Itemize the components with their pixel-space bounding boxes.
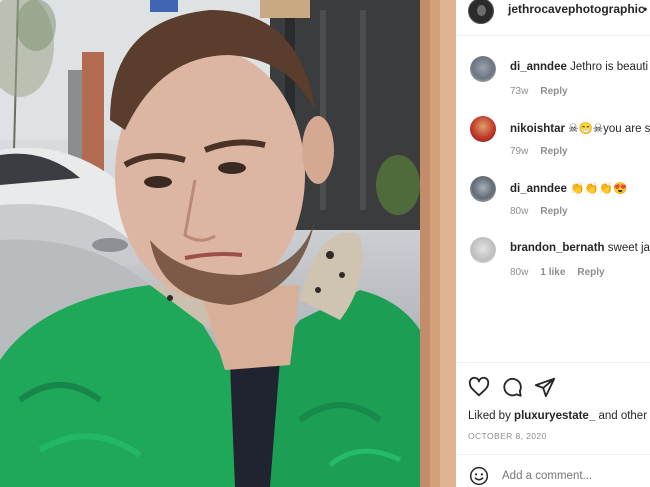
comment-body: brandon_bernath sweet ja bbox=[510, 242, 650, 254]
paper-plane-icon[interactable] bbox=[534, 376, 556, 398]
comment-text: sweet ja bbox=[607, 242, 650, 254]
reply-button[interactable]: Reply bbox=[540, 206, 567, 217]
comment-username[interactable]: nikoishtar bbox=[510, 123, 565, 135]
comment-body: nikoishtar ☠😁☠you are s bbox=[510, 121, 650, 135]
post-actions bbox=[468, 376, 588, 398]
comment-composer bbox=[456, 461, 650, 487]
heart-icon[interactable] bbox=[468, 376, 490, 398]
post-header: jethrocavephotographic • bbox=[456, 0, 650, 24]
post-image bbox=[0, 0, 456, 487]
comment-bubble-icon[interactable] bbox=[501, 376, 523, 398]
comment-text: 👏👏👏😍 bbox=[570, 183, 628, 195]
likes-summary: Liked by pluxuryestate_ and other bbox=[468, 410, 647, 422]
reply-button[interactable]: Reply bbox=[540, 86, 567, 97]
comment-age: 73w bbox=[510, 86, 529, 97]
header-separator: • bbox=[643, 2, 648, 16]
composer-divider bbox=[456, 454, 650, 455]
reply-button[interactable]: Reply bbox=[577, 267, 604, 278]
comment-username[interactable]: di_anndee bbox=[510, 183, 567, 195]
comment-item: di_anndee 👏👏👏😍 80w Reply bbox=[456, 176, 650, 226]
likes-prefix: Liked by bbox=[468, 410, 511, 422]
comment-text: Jethro is beauti bbox=[570, 61, 649, 73]
commenter-avatar-icon[interactable] bbox=[470, 116, 496, 142]
comment-age: 79w bbox=[510, 146, 529, 157]
comment-text: ☠😁☠you are s bbox=[568, 123, 650, 135]
comment-meta: 80w 1 like Reply bbox=[510, 267, 617, 278]
comment-body: di_anndee Jethro is beauti bbox=[510, 61, 648, 73]
header-divider bbox=[456, 35, 650, 36]
comment-like-count[interactable]: 1 like bbox=[540, 267, 565, 278]
profile-avatar-icon[interactable] bbox=[468, 0, 494, 24]
comment-age: 80w bbox=[510, 206, 529, 217]
commenter-avatar-icon[interactable] bbox=[470, 176, 496, 202]
add-comment-input[interactable] bbox=[502, 470, 642, 482]
comment-meta: 73w Reply bbox=[510, 86, 580, 97]
comment-item: brandon_bernath sweet ja 80w 1 like Reply bbox=[456, 237, 650, 287]
commenter-avatar-icon[interactable] bbox=[470, 237, 496, 263]
comment-item: di_anndee Jethro is beauti 73w Reply bbox=[456, 56, 650, 106]
actions-divider bbox=[456, 362, 650, 363]
comment-body: di_anndee 👏👏👏😍 bbox=[510, 181, 627, 195]
liked-by-user-link[interactable]: pluxuryestate_ bbox=[514, 410, 595, 422]
commenter-avatar-icon[interactable] bbox=[470, 56, 496, 82]
comment-meta: 79w Reply bbox=[510, 146, 580, 157]
comment-username[interactable]: di_anndee bbox=[510, 61, 567, 73]
post-author-link[interactable]: jethrocavephotographic bbox=[508, 2, 645, 16]
comment-item: nikoishtar ☠😁☠you are s 79w Reply bbox=[456, 116, 650, 166]
comment-username[interactable]: brandon_bernath bbox=[510, 242, 605, 254]
smiley-icon[interactable] bbox=[469, 466, 489, 486]
reply-button[interactable]: Reply bbox=[540, 146, 567, 157]
post-photo[interactable] bbox=[0, 0, 456, 487]
likes-suffix[interactable]: and other bbox=[598, 410, 647, 422]
post-date: OCTOBER 8, 2020 bbox=[468, 431, 547, 441]
post-sidebar: jethrocavephotographic • di_anndee Jethr… bbox=[456, 0, 650, 487]
comment-meta: 80w Reply bbox=[510, 206, 580, 217]
comment-age: 80w bbox=[510, 267, 529, 278]
